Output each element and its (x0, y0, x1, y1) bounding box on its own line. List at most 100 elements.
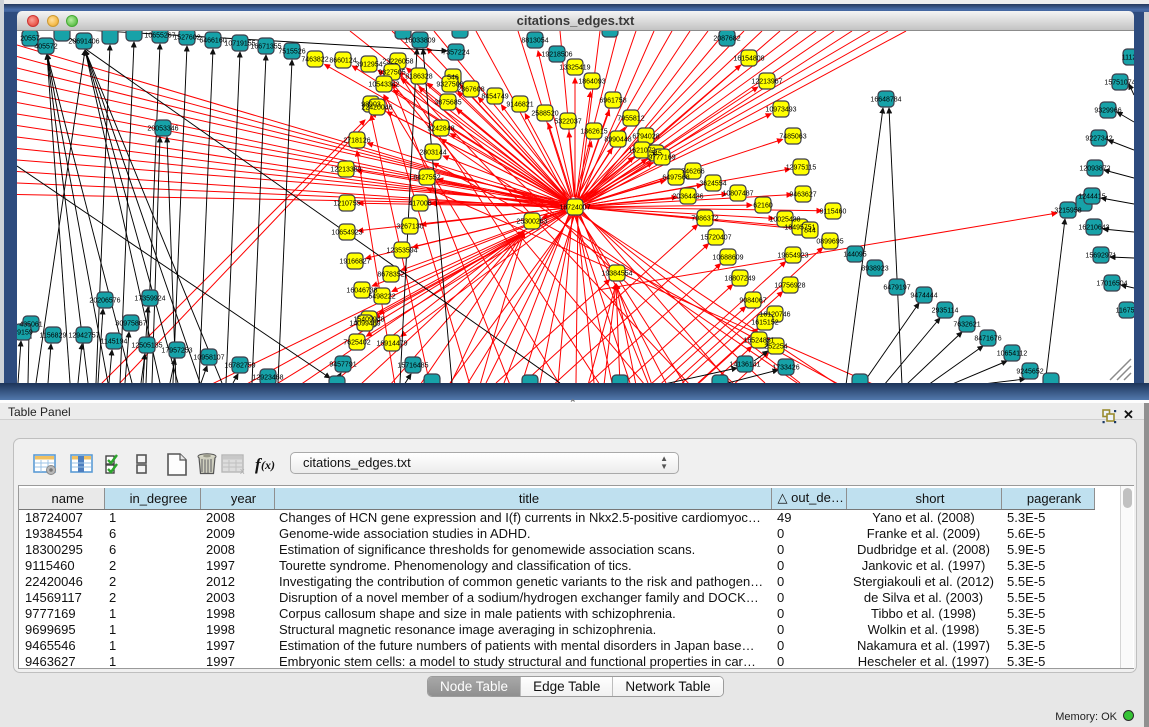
svg-text:19654923: 19654923 (777, 253, 808, 260)
svg-text:10655267: 10655267 (144, 33, 175, 40)
svg-text:116753: 116753 (1116, 308, 1134, 315)
svg-text:9463627: 9463627 (789, 192, 816, 199)
svg-text:6497568: 6497568 (662, 175, 689, 182)
svg-text:16914479: 16914479 (376, 341, 407, 348)
svg-text:1362615: 1362615 (580, 129, 607, 136)
svg-text:3624554: 3624554 (699, 181, 726, 188)
svg-text:18807249: 18807249 (724, 276, 755, 283)
svg-text:6466160: 6466160 (199, 38, 226, 45)
svg-text:16782759: 16782759 (224, 363, 255, 370)
svg-text:12923468: 12923468 (252, 375, 283, 382)
svg-text:12505135: 12505135 (131, 343, 162, 350)
svg-text:7357224: 7357224 (442, 50, 469, 57)
svg-text:9242848: 9242848 (427, 126, 454, 133)
svg-text:252254: 252254 (764, 344, 787, 351)
svg-text:20557: 20557 (20, 36, 40, 43)
svg-text:7632621: 7632621 (953, 322, 980, 329)
svg-text:2935114: 2935114 (932, 308, 959, 315)
svg-text:10807487: 10807487 (722, 191, 753, 198)
svg-text:12213967: 12213967 (751, 79, 782, 86)
svg-text:1210755: 1210755 (333, 201, 360, 208)
svg-text:x: x (240, 466, 245, 476)
svg-text:6479197: 6479197 (883, 285, 910, 292)
svg-text:1615152: 1615152 (751, 320, 778, 327)
svg-text:8938923: 8938923 (861, 266, 888, 273)
svg-text:435061: 435061 (19, 322, 42, 329)
svg-text:9146821: 9146821 (506, 102, 533, 109)
svg-text:19166827: 19166827 (339, 259, 370, 266)
svg-text:2588520: 2588520 (531, 111, 558, 118)
svg-text:15716485: 15716485 (397, 363, 428, 370)
svg-text:9115460: 9115460 (820, 209, 847, 216)
svg-text:3267130: 3267130 (396, 224, 423, 231)
svg-text:1244415: 1244415 (1078, 194, 1105, 201)
svg-text:15692971: 15692971 (1085, 253, 1116, 260)
svg-text:10756928: 10756928 (774, 283, 805, 290)
svg-text:8990448: 8990448 (604, 137, 631, 144)
svg-text:1527602: 1527602 (173, 35, 200, 42)
svg-text:1156829: 1156829 (40, 333, 67, 340)
svg-text:7625402: 7625402 (343, 340, 370, 347)
svg-text:0899695: 0899695 (816, 239, 843, 246)
svg-text:5322037: 5322037 (554, 119, 581, 126)
svg-text:16648784: 16648784 (870, 97, 901, 104)
svg-text:18724007: 18724007 (559, 205, 590, 212)
svg-text:1733426: 1733426 (772, 365, 799, 372)
svg-text:9327505: 9327505 (378, 70, 405, 77)
svg-text:6794028: 6794028 (632, 134, 659, 141)
svg-text:16210643: 16210643 (1078, 225, 1109, 232)
svg-text:2367608: 2367608 (457, 87, 484, 94)
svg-text:7463822: 7463822 (301, 57, 328, 64)
svg-text:1145194: 1145194 (101, 339, 128, 346)
svg-text:9329966: 9329966 (1094, 108, 1121, 115)
svg-text:17957253: 17957253 (161, 348, 192, 355)
svg-text:10688609: 10688609 (712, 255, 743, 262)
svg-text:1864093: 1864093 (578, 79, 605, 86)
svg-text:12942757: 12942757 (68, 333, 99, 340)
svg-text:8454749: 8454749 (481, 94, 508, 101)
svg-text:15751074: 15751074 (1104, 80, 1134, 87)
svg-text:10654112: 10654112 (997, 351, 1028, 358)
svg-text:19218506: 19218506 (541, 52, 572, 59)
svg-text:10543342: 10543342 (368, 82, 399, 89)
svg-text:30975867: 30975867 (115, 321, 146, 328)
svg-text:15720407: 15720407 (700, 235, 731, 242)
svg-text:8660124: 8660124 (329, 58, 356, 65)
svg-text:546: 546 (447, 75, 459, 82)
svg-text:25300263: 25300263 (516, 219, 547, 226)
svg-text:3875685: 3875685 (434, 100, 461, 107)
svg-text:20053346: 20053346 (147, 126, 178, 133)
svg-text:12213389: 12213389 (330, 167, 361, 174)
svg-text:8471676: 8471676 (974, 336, 1001, 343)
svg-text:405572: 405572 (34, 44, 57, 51)
svg-text:39159: 39159 (17, 330, 33, 337)
svg-text:8186328: 8186328 (405, 74, 432, 81)
svg-text:2803144: 2803144 (419, 150, 446, 157)
svg-text:6961758: 6961758 (599, 98, 626, 105)
svg-text:10973493: 10973493 (765, 107, 796, 114)
svg-text:144095: 144095 (843, 252, 866, 259)
svg-text:417008: 417008 (408, 201, 431, 208)
svg-text:5498222: 5498222 (368, 294, 395, 301)
svg-text:2718126: 2718126 (343, 138, 370, 145)
svg-text:844: 844 (804, 228, 816, 235)
svg-text:10958107: 10958107 (193, 355, 224, 362)
svg-text:9084067: 9084067 (739, 298, 766, 305)
svg-text:62160: 62160 (753, 203, 773, 210)
svg-text:8427552: 8427552 (413, 175, 440, 182)
svg-text:16154808: 16154808 (733, 56, 764, 63)
svg-text:3912954: 3912954 (355, 62, 382, 69)
svg-text:14099489: 14099489 (349, 321, 380, 328)
svg-text:17016504: 17016504 (1096, 281, 1127, 288)
svg-text:17359924: 17359924 (134, 296, 165, 303)
svg-text:9474444: 9474444 (910, 293, 937, 300)
svg-text:12093872: 12093872 (1079, 166, 1110, 173)
svg-text:8678352: 8678352 (377, 272, 404, 279)
svg-text:22420046: 22420046 (361, 105, 392, 112)
svg-text:9227342: 9227342 (1085, 136, 1112, 143)
svg-text:8813054: 8813054 (521, 38, 548, 45)
svg-text:20691406: 20691406 (68, 39, 99, 46)
svg-text:20364436: 20364436 (672, 194, 703, 201)
svg-text:16120746: 16120746 (759, 312, 790, 319)
svg-text:3215958: 3215958 (1054, 208, 1081, 215)
